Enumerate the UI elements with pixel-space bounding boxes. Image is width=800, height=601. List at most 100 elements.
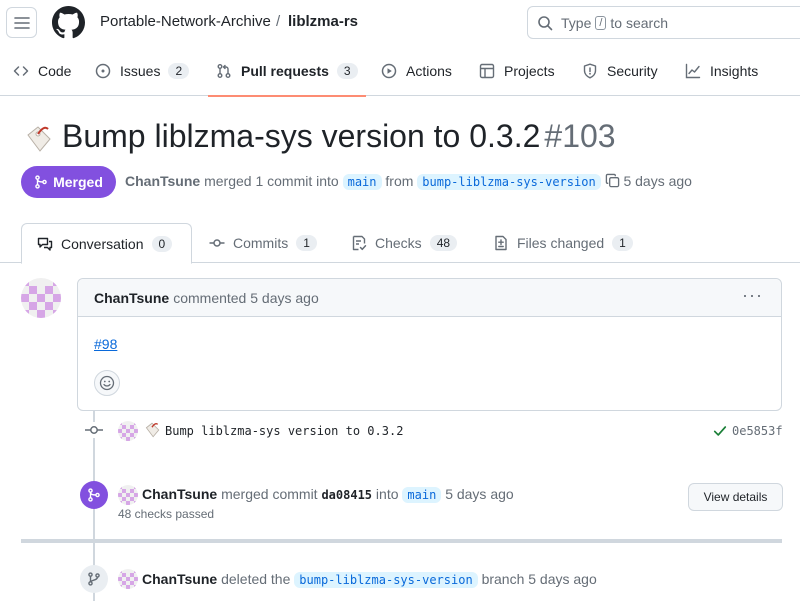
merge-event-text: ChanTsune merged commit da08415 into mai… xyxy=(142,486,514,503)
search-placeholder-suffix: to search xyxy=(610,14,669,31)
identicon-icon xyxy=(21,278,61,318)
bookmark-tag-emoji-icon xyxy=(27,126,51,152)
repo-nav-insights[interactable]: Insights xyxy=(685,46,758,96)
timeline-divider xyxy=(21,539,782,543)
graph-icon xyxy=(685,63,701,79)
breadcrumb-repo-link[interactable]: liblzma-rs xyxy=(288,13,358,30)
pr-author-link[interactable]: ChanTsune xyxy=(125,173,200,189)
repo-nav-actions[interactable]: Actions xyxy=(381,46,452,96)
merge-into-text: into xyxy=(375,486,399,502)
tab-commits[interactable]: Commits 1 xyxy=(209,223,317,263)
repo-nav-projects-label: Projects xyxy=(504,63,555,79)
delete-event-text: ChanTsune deleted the bump-liblzma-sys-v… xyxy=(142,571,597,588)
bookmark-tag-emoji-icon xyxy=(145,422,160,438)
breadcrumb-owner-link[interactable]: Portable-Network-Archive xyxy=(100,13,271,30)
git-commit-icon xyxy=(84,422,104,438)
pr-tabs: Conversation 0 Commits 1 Checks 48 Files… xyxy=(0,223,800,264)
comment-box: ChanTsune commented 5 days ago ··· #98 xyxy=(77,278,782,411)
commit-sha-link[interactable]: 0e5853f xyxy=(732,424,783,438)
comment-header: ChanTsune commented 5 days ago ··· xyxy=(78,279,781,317)
comment-issue-link[interactable]: #98 xyxy=(94,336,117,352)
pr-state-label: Merged xyxy=(53,174,103,190)
shield-icon xyxy=(583,63,597,79)
identicon-icon xyxy=(118,569,138,589)
pr-title-text: Bump liblzma-sys version to 0.3.2 xyxy=(62,118,541,154)
pr-title: Bump liblzma-sys version to 0.3.2 #103 xyxy=(62,118,616,155)
repo-nav-actions-label: Actions xyxy=(406,63,452,79)
smiley-icon xyxy=(99,375,115,391)
git-pull-request-icon xyxy=(217,64,231,78)
tab-checks-count: 48 xyxy=(429,235,458,251)
merge-branch-label[interactable]: main xyxy=(402,487,442,503)
pull-requests-counter: 3 xyxy=(336,63,358,79)
delete-suffix: branch 5 days ago xyxy=(481,571,597,587)
pr-time: 5 days ago xyxy=(623,173,692,189)
repo-nav-issues-label: Issues xyxy=(120,63,161,79)
tab-conversation[interactable]: Conversation 0 xyxy=(21,223,192,264)
head-branch-label[interactable]: bump-liblzma-sys-version xyxy=(417,174,601,190)
tab-files-changed-label: Files changed xyxy=(517,235,605,251)
check-icon[interactable] xyxy=(713,424,727,438)
pr-meta-text: merged 1 commit into xyxy=(204,173,339,189)
github-logo-icon[interactable] xyxy=(52,6,85,39)
tab-conversation-count: 0 xyxy=(151,235,173,252)
comment-author-link[interactable]: ChanTsune xyxy=(94,290,169,306)
branch-deleted-badge xyxy=(80,565,108,593)
merged-event-badge xyxy=(80,481,108,509)
tab-files-changed-count: 1 xyxy=(612,235,633,251)
merge-time: 5 days ago xyxy=(445,486,514,502)
repo-nav-pull-requests-label: Pull requests xyxy=(241,63,329,79)
comment-discussion-icon xyxy=(37,237,53,251)
search-icon xyxy=(538,15,553,30)
repo-nav-issues[interactable]: Issues 2 xyxy=(95,46,190,96)
tab-checks[interactable]: Checks 48 xyxy=(351,223,458,263)
repo-nav-code[interactable]: Code xyxy=(13,46,71,96)
search-input[interactable]: Type / to search xyxy=(527,6,800,39)
tab-commits-count: 1 xyxy=(296,235,317,251)
play-icon xyxy=(381,63,397,79)
commit-message-link[interactable]: Bump liblzma-sys version to 0.3.2 xyxy=(165,424,403,438)
hamburger-menu-button[interactable] xyxy=(6,7,37,38)
git-merge-icon xyxy=(88,488,100,502)
view-details-button[interactable]: View details xyxy=(688,483,783,511)
pr-from-text: from xyxy=(385,173,414,189)
avatar[interactable] xyxy=(118,421,138,441)
checklist-icon xyxy=(352,235,367,251)
issue-opened-icon xyxy=(95,63,111,79)
avatar[interactable] xyxy=(118,485,138,505)
merge-author-link[interactable]: ChanTsune xyxy=(142,486,217,502)
identicon-icon xyxy=(118,421,138,441)
tab-checks-label: Checks xyxy=(375,235,422,251)
identicon-icon xyxy=(118,485,138,505)
search-placeholder-prefix: Type xyxy=(561,14,592,31)
breadcrumb-separator: / xyxy=(276,13,281,30)
checks-status: 48 checks passed xyxy=(118,507,215,521)
repo-nav-projects[interactable]: Projects xyxy=(479,46,555,96)
comment-action: commented 5 days ago xyxy=(173,289,319,306)
avatar[interactable] xyxy=(21,278,61,318)
repo-nav-pull-requests[interactable]: Pull requests 3 xyxy=(208,46,366,97)
repo-nav-code-label: Code xyxy=(38,63,72,79)
pr-state-badge: Merged xyxy=(21,166,116,198)
add-reaction-button[interactable] xyxy=(94,370,120,396)
code-icon xyxy=(13,66,29,76)
menu-icon xyxy=(13,16,30,29)
git-commit-icon xyxy=(209,239,225,247)
table-icon xyxy=(479,63,495,79)
deleted-branch-label[interactable]: bump-liblzma-sys-version xyxy=(294,572,478,588)
tab-files-changed[interactable]: Files changed 1 xyxy=(493,223,633,263)
repo-nav-security[interactable]: Security xyxy=(582,46,658,96)
git-merge-icon xyxy=(35,175,47,189)
copy-icon[interactable] xyxy=(605,173,620,188)
merge-commit-sha-link[interactable]: da08415 xyxy=(321,488,372,502)
kebab-menu-icon[interactable]: ··· xyxy=(742,285,763,306)
base-branch-label[interactable]: main xyxy=(342,174,382,190)
tab-commits-label: Commits xyxy=(233,235,289,251)
tab-conversation-label: Conversation xyxy=(61,235,144,252)
avatar[interactable] xyxy=(118,569,138,589)
repo-nav-security-label: Security xyxy=(607,63,658,79)
delete-author-link[interactable]: ChanTsune xyxy=(142,571,217,587)
repo-nav: Code Issues 2 Pull requests 3 Actions Pr… xyxy=(0,46,800,97)
merge-action: merged commit xyxy=(221,486,318,502)
repo-nav-insights-label: Insights xyxy=(710,63,759,79)
